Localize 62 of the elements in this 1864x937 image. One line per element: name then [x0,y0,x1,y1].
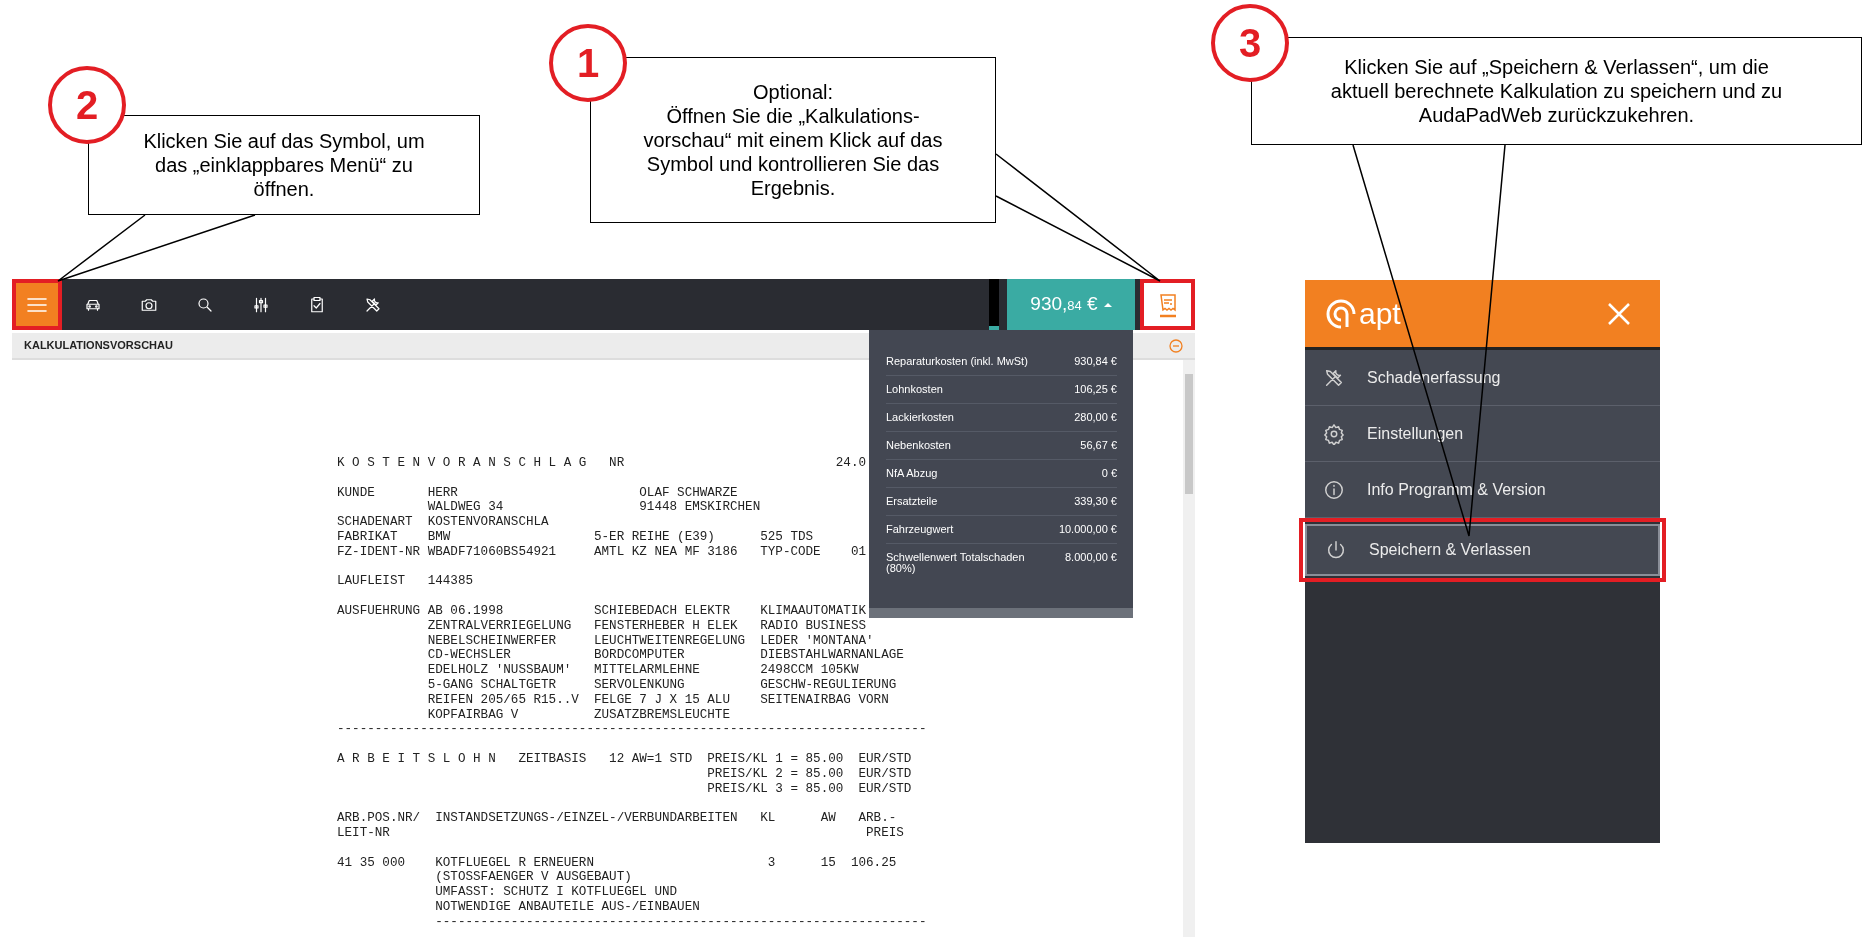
cost-label: Fahrzeugwert [886,524,955,535]
document-line: FZ-IDENT-NR WBADF71060BS54921 AMTL KZ NEA MF 3186 TYP-CODE 01 [337,544,867,560]
logo-text: apt [1359,296,1401,332]
cost-label: Schwellenwert Totalschaden (80%) [886,552,1026,574]
power-icon [1325,539,1347,561]
cost-label: Lackierkosten [886,412,955,423]
cost-label: Nebenkosten [886,440,952,451]
preview-button[interactable] [1140,279,1195,330]
cost-value: 280,00 € [1074,412,1117,423]
document-line: SCHADENART KOSTENVORANSCHLA [337,515,549,530]
document-line: NEBELSCHEINWERFER LEUCHTWEITENREGELUNG LEDER 'MONTANA' [426,633,874,649]
document-line: 5-GANG SCHALTGETR SERVOLENKUNG GESCHW-REGULIERUNG [426,677,897,693]
document-line: CD-WECHSLER BORDCOMPUTER DIEBSTAHLWARNANLAGE [426,648,904,664]
document-line: FABRIKAT BMW 5-ER REIHE (E39) 525 TDS [337,530,814,545]
document-line: NOTWENDIGE ANBAUTEILE AUS-/EINBAUEN [434,899,700,915]
clipboard-check-icon [308,295,326,314]
menu-item[interactable]: Einstellungen [1305,406,1660,462]
toolbar-button[interactable] [12,279,62,330]
logo-icon [1325,297,1357,330]
cost-label: Reparaturkosten (inkl. MwSt) [886,356,1029,367]
document-line: WALDWEG 34 91448 EMSKIRCHEN [426,500,761,516]
cost-value: 10.000,00 € [1058,524,1117,535]
document-line: KUNDE HERR OLAF SCHWARZE [337,485,738,501]
document-line: ARB.POS.NR/ INSTANDSETZUNGS-/EINZEL-/VERBUNDARBEITEN KL AW ARB.- [337,811,897,826]
section-title: KALKULATIONSVORSCHAU [24,338,173,354]
document-line: K O S T E N V O R A N S C H L A G NR 24.0 [337,456,867,471]
document-line: PREIS/KL 3 = 85.00 EUR/STD [706,781,912,797]
cost-label: Lohnkosten [886,384,944,395]
cost-label: Ersatzteile [886,496,939,507]
status-marker [989,279,999,330]
cost-value: 56,67 € [1080,440,1117,451]
document-line: ZENTRALVERRIEGELUNG FENSTERHEBER H ELEK RADIO BUSINESS [426,618,867,634]
tools-icon [364,295,382,314]
caret-icon [1103,302,1112,307]
document-line: 41 35 000 KOTFLUEGEL R ERNEUERN 3 15 106.25 [337,855,897,871]
document-line: UMFASST: SCHUTZ I KOTFLUEGEL UND [434,885,678,900]
gear-icon [1323,422,1345,445]
cost-value: 339,30 € [1074,496,1117,507]
document-line: KOPFAIRBAG V ZUSATZBREMSLEUCHTE [426,707,730,723]
document-line: (STOSSFAENGER V AUSGEBAUT) [434,870,632,886]
document-line: LEIT-NR PREIS [337,825,904,841]
search-icon [196,295,214,314]
info-icon [1323,478,1345,501]
close-icon[interactable] [1606,300,1632,327]
document-line: REIFEN 205/65 R15..V FELGE 7 J X 15 ALU SEITENAIRBAG VORN [426,692,889,708]
cost-label: NfA Abzug [886,468,939,479]
cost-value: 930,84 € [1074,356,1117,367]
cost-value: 8.000,00 € [1065,552,1117,563]
cost-value: 106,25 € [1074,384,1117,395]
menu-item[interactable]: Info Programm & Version [1305,462,1660,518]
document-line: A R B E I T S L O H N ZEITBASIS 12 AW=1 STD PREIS/KL 1 = 85.00 EUR/STD [337,751,912,767]
document-line: PREIS/KL 2 = 85.00 EUR/STD [706,766,912,782]
document-line: LAUFLEIST 144385 [337,574,474,590]
document-line: AUSFUEHRUNG AB 06.1998 SCHIEBEDACH ELEKTR KLIMAAUTOMATIK [337,603,867,619]
menu-item[interactable]: Schadenerfassung [1305,350,1660,406]
scrollbar-thumb[interactable] [1185,374,1193,494]
cost-value: 0 € [1101,468,1117,479]
scrollbar[interactable] [1183,360,1195,937]
document-line: ------------------------------------------------------------------------------ [337,722,927,738]
document-line: ----------------------------------------------------------------- [434,914,927,930]
sliders-icon [252,295,270,314]
document-line: EDELHOLZ 'NUSSBAUM' MITTELARMLEHNE 2498CCM 105KW [426,663,859,678]
